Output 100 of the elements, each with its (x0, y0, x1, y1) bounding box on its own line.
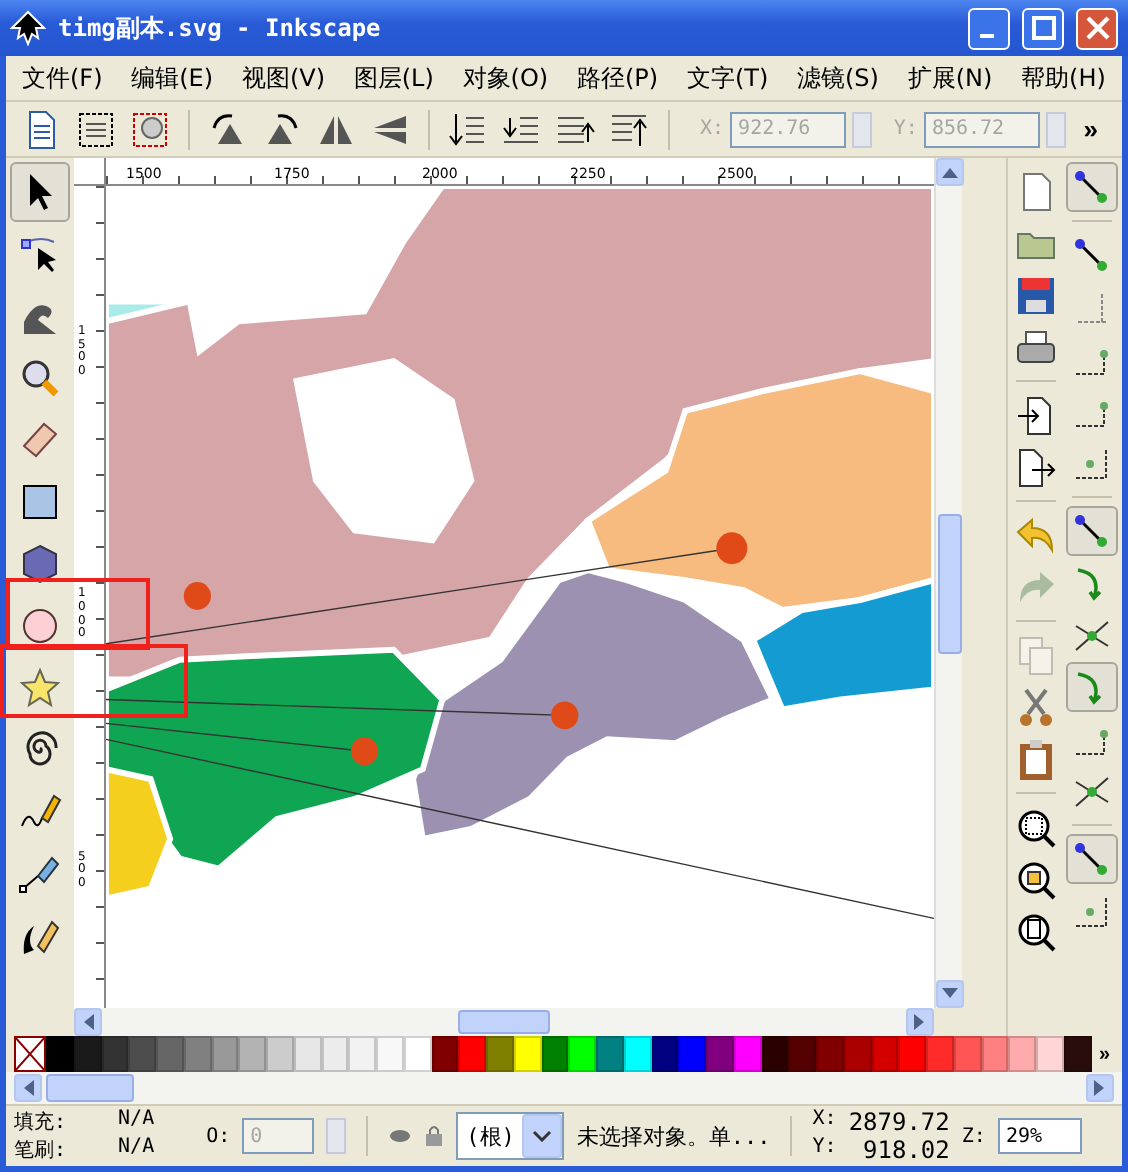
color-swatch[interactable] (843, 1036, 871, 1072)
menu-item[interactable]: 图层(L) (349, 61, 438, 95)
snap-toggle-button[interactable] (1066, 506, 1118, 556)
color-swatch[interactable] (761, 1036, 789, 1072)
minimize-icon (979, 34, 993, 38)
scroll-left-button[interactable] (74, 1008, 102, 1036)
menu-item[interactable]: 对象(O) (458, 61, 553, 95)
color-swatch[interactable] (733, 1036, 761, 1072)
color-swatch[interactable] (46, 1036, 74, 1072)
color-swatch[interactable] (73, 1036, 101, 1072)
color-swatch[interactable] (1036, 1036, 1064, 1072)
zoom-icon (1013, 909, 1057, 953)
printer-icon (1013, 325, 1057, 369)
color-swatch[interactable] (238, 1036, 266, 1072)
color-swatch[interactable] (293, 1036, 321, 1072)
color-swatch[interactable] (981, 1036, 1009, 1072)
layer-dropdown[interactable]: (根) (456, 1112, 565, 1160)
color-swatch[interactable] (871, 1036, 899, 1072)
undo-arrow-icon (1013, 513, 1057, 557)
zoom-field[interactable]: 29% (997, 1118, 1082, 1154)
menu-item[interactable]: 路径(P) (572, 61, 663, 95)
copy-icon (1013, 633, 1057, 677)
app-logo-icon (10, 10, 46, 46)
up-arrow-icon (941, 166, 957, 178)
snap-toggle-button[interactable] (1066, 662, 1118, 712)
rect-tool-icon (18, 480, 62, 524)
color-swatch[interactable] (321, 1036, 349, 1072)
scroll-down-button[interactable] (935, 980, 963, 1008)
color-swatch[interactable] (1008, 1036, 1036, 1072)
close-icon (1085, 16, 1109, 40)
palette-menu-button[interactable]: » (1095, 1036, 1115, 1072)
color-swatch[interactable] (678, 1036, 706, 1072)
scroll-thumb[interactable] (458, 1010, 550, 1034)
horizontal-scrollbar[interactable] (74, 1008, 934, 1036)
select-all-layers-icon (128, 107, 172, 151)
scroll-right-button[interactable] (1086, 1074, 1114, 1102)
color-swatch[interactable] (403, 1036, 431, 1072)
color-swatch[interactable] (376, 1036, 404, 1072)
select-all-icon (74, 107, 118, 151)
color-swatch[interactable] (706, 1036, 734, 1072)
zoom-icon (1013, 805, 1057, 849)
snap-toggle-button[interactable] (1066, 162, 1118, 212)
palette-scrollbar[interactable] (6, 1072, 1122, 1104)
close-button[interactable] (1076, 7, 1118, 49)
eye-icon (388, 1126, 413, 1146)
color-swatch[interactable] (651, 1036, 679, 1072)
color-swatch[interactable] (266, 1036, 294, 1072)
maximize-icon (1031, 16, 1055, 40)
minimize-button[interactable] (968, 7, 1010, 49)
color-swatch[interactable] (1063, 1036, 1091, 1072)
color-swatch[interactable] (431, 1036, 459, 1072)
color-swatch[interactable] (898, 1036, 926, 1072)
ellipse-tool-icon (18, 604, 62, 648)
color-swatch[interactable] (513, 1036, 541, 1072)
menu-item[interactable]: 文字(T) (682, 61, 773, 95)
marker-dot (183, 582, 211, 610)
no-paint-swatch[interactable] (14, 1036, 46, 1072)
scroll-right-button[interactable] (906, 1008, 934, 1036)
measure-tool-icon (18, 418, 62, 462)
color-swatch[interactable] (211, 1036, 239, 1072)
maximize-button[interactable] (1022, 7, 1064, 49)
color-swatch[interactable] (568, 1036, 596, 1072)
menu-item[interactable]: 帮助(H) (1017, 61, 1110, 95)
color-swatch[interactable] (183, 1036, 211, 1072)
cursor-y-label: Y: (812, 1136, 837, 1162)
box3d-tool-icon (18, 542, 62, 586)
color-swatch[interactable] (596, 1036, 624, 1072)
color-swatch[interactable] (788, 1036, 816, 1072)
color-swatch[interactable] (953, 1036, 981, 1072)
import-icon (1013, 393, 1057, 437)
color-swatch[interactable] (101, 1036, 129, 1072)
color-swatch[interactable] (623, 1036, 651, 1072)
export-icon (1013, 445, 1057, 489)
color-swatch[interactable] (816, 1036, 844, 1072)
menu-item[interactable]: 滤镜(S) (793, 61, 883, 95)
menu-item[interactable]: 文件(F) (18, 61, 107, 95)
star-tool-icon (18, 666, 62, 710)
overflow-button[interactable]: » (1071, 114, 1111, 144)
menu-item[interactable]: 扩展(N) (903, 61, 997, 95)
scroll-up-button[interactable] (935, 158, 963, 186)
x-label: X: (700, 118, 725, 140)
vertical-scrollbar[interactable] (934, 158, 962, 1008)
menu-item[interactable]: 视图(V) (237, 61, 330, 95)
color-swatch[interactable] (541, 1036, 569, 1072)
menu-item[interactable]: 编辑(E) (127, 61, 218, 95)
color-swatch[interactable] (156, 1036, 184, 1072)
color-swatch[interactable] (486, 1036, 514, 1072)
scroll-left-button[interactable] (14, 1074, 42, 1102)
color-swatch[interactable] (926, 1036, 954, 1072)
fill-value: N/A (118, 1108, 155, 1134)
tool-button[interactable] (10, 162, 70, 222)
cursor-x-value: 2879.72 (848, 1108, 950, 1136)
color-swatch[interactable] (348, 1036, 376, 1072)
window-title: timg副本.svg - Inkscape (58, 11, 383, 45)
color-swatch[interactable] (128, 1036, 156, 1072)
color-swatch[interactable] (458, 1036, 486, 1072)
scroll-thumb[interactable] (937, 513, 961, 653)
marker-dot (551, 701, 579, 730)
snap-toggle-button[interactable] (1066, 834, 1118, 884)
scroll-thumb[interactable] (46, 1074, 134, 1102)
